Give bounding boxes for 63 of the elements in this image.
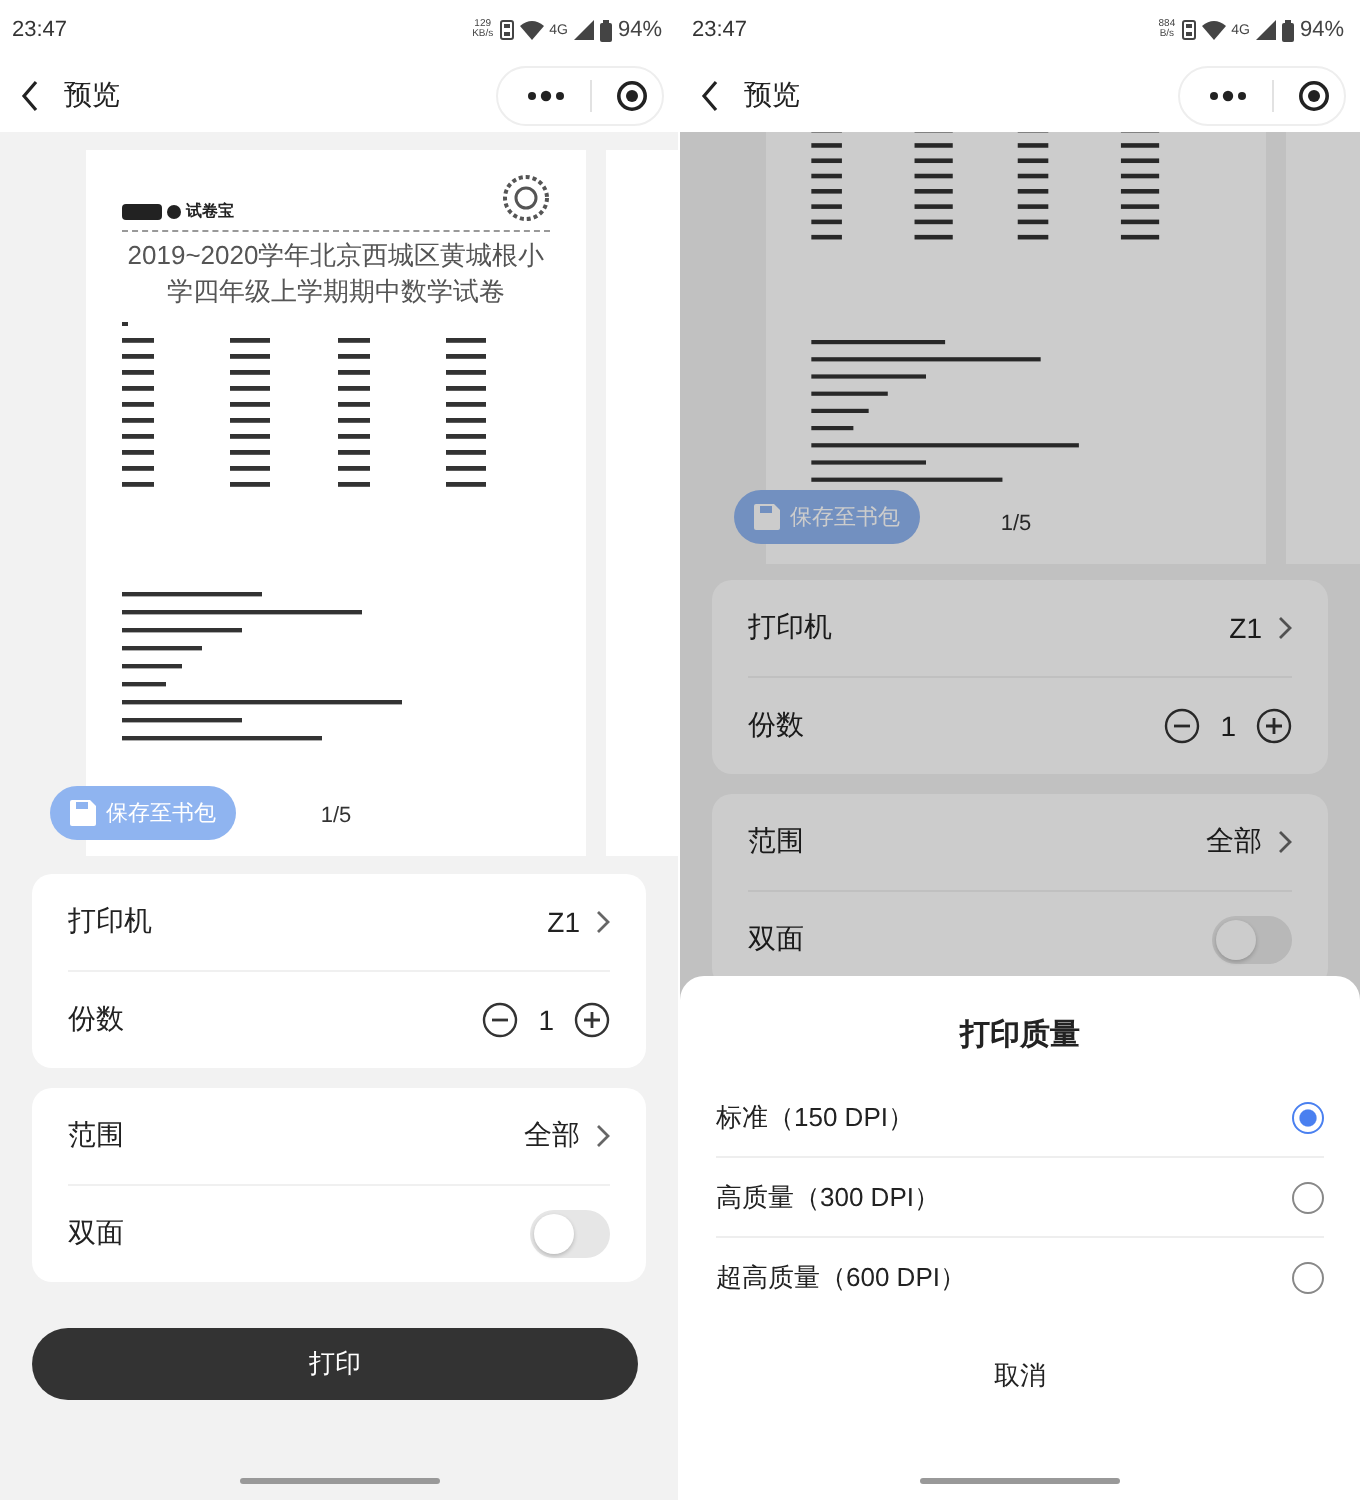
- plus-icon[interactable]: [574, 1002, 610, 1038]
- radio-button[interactable]: [1292, 1261, 1324, 1293]
- setting-label: 打印机: [68, 904, 152, 940]
- close-icon[interactable]: [616, 80, 648, 112]
- setting-label: 双面: [68, 1216, 124, 1252]
- print-button[interactable]: 打印: [32, 1328, 638, 1400]
- save-icon: [754, 504, 780, 530]
- more-icon[interactable]: [1208, 90, 1248, 102]
- seal-icon: [502, 174, 550, 222]
- back-icon[interactable]: [20, 80, 40, 112]
- setting-select[interactable]: Z1: [547, 906, 610, 938]
- battery-icon: [1281, 19, 1294, 41]
- sim-icon: [1181, 20, 1196, 40]
- save-icon: [70, 800, 96, 826]
- radio-button[interactable]: [1292, 1101, 1324, 1133]
- copies-count: 1: [1220, 710, 1236, 742]
- close-icon[interactable]: [1298, 80, 1330, 112]
- wifi-icon: [519, 20, 544, 40]
- logo-icon: [122, 203, 182, 219]
- document-title: 2019~2020学年北京西城区黄城根小学四年级上学期期中数学试卷: [125, 238, 547, 310]
- battery-icon: [599, 19, 612, 41]
- capsule-menu[interactable]: [1178, 66, 1346, 126]
- setting-label: 份数: [68, 1002, 124, 1038]
- setting-label: 打印机: [748, 610, 832, 646]
- setting-select[interactable]: 全部: [1206, 824, 1292, 860]
- status-time: 23:47: [692, 18, 748, 42]
- plus-icon[interactable]: [1256, 708, 1292, 744]
- signal-icon: [1255, 20, 1276, 40]
- setting-label: 双面: [748, 922, 804, 958]
- battery-level: 94%: [617, 18, 662, 42]
- chevron-icon: [1278, 616, 1292, 640]
- chevron-icon: [1278, 830, 1292, 854]
- chevron-icon: [596, 910, 610, 934]
- capsule-menu[interactable]: [496, 66, 664, 126]
- quality-option[interactable]: 标准（150 DPI）: [716, 1078, 1324, 1158]
- page-indicator: 1/5: [320, 804, 352, 828]
- duplex-toggle[interactable]: [530, 1210, 610, 1258]
- more-icon[interactable]: [526, 90, 566, 102]
- quality-option[interactable]: 超高质量（600 DPI）: [716, 1238, 1324, 1316]
- page-title: 预览: [744, 78, 802, 114]
- sim-icon: [499, 20, 514, 40]
- setting-select[interactable]: Z1: [1229, 612, 1292, 644]
- radio-button[interactable]: [1292, 1181, 1324, 1213]
- minus-icon[interactable]: [482, 1002, 519, 1038]
- sheet-title: 打印质量: [957, 1016, 1082, 1056]
- page-title: 预览: [64, 78, 122, 114]
- setting-label: 范围: [68, 1118, 124, 1154]
- wifi-icon: [1201, 20, 1226, 40]
- setting-label: 份数: [748, 708, 804, 744]
- cancel-button[interactable]: 取消: [974, 1350, 1066, 1402]
- logo-text: 试卷宝: [186, 200, 234, 222]
- battery-level: 94%: [1299, 18, 1344, 42]
- setting-label: 范围: [748, 824, 804, 860]
- duplex-toggle[interactable]: [1212, 916, 1292, 964]
- minus-icon[interactable]: [1164, 708, 1201, 744]
- back-icon[interactable]: [700, 80, 720, 112]
- page-indicator: 1/5: [1000, 512, 1032, 536]
- signal-icon: [573, 20, 594, 40]
- chevron-icon: [596, 1124, 610, 1148]
- status-time: 23:47: [12, 18, 68, 42]
- quality-option[interactable]: 高质量（300 DPI）: [716, 1158, 1324, 1238]
- setting-select[interactable]: 全部: [524, 1118, 610, 1154]
- copies-count: 1: [538, 1004, 554, 1036]
